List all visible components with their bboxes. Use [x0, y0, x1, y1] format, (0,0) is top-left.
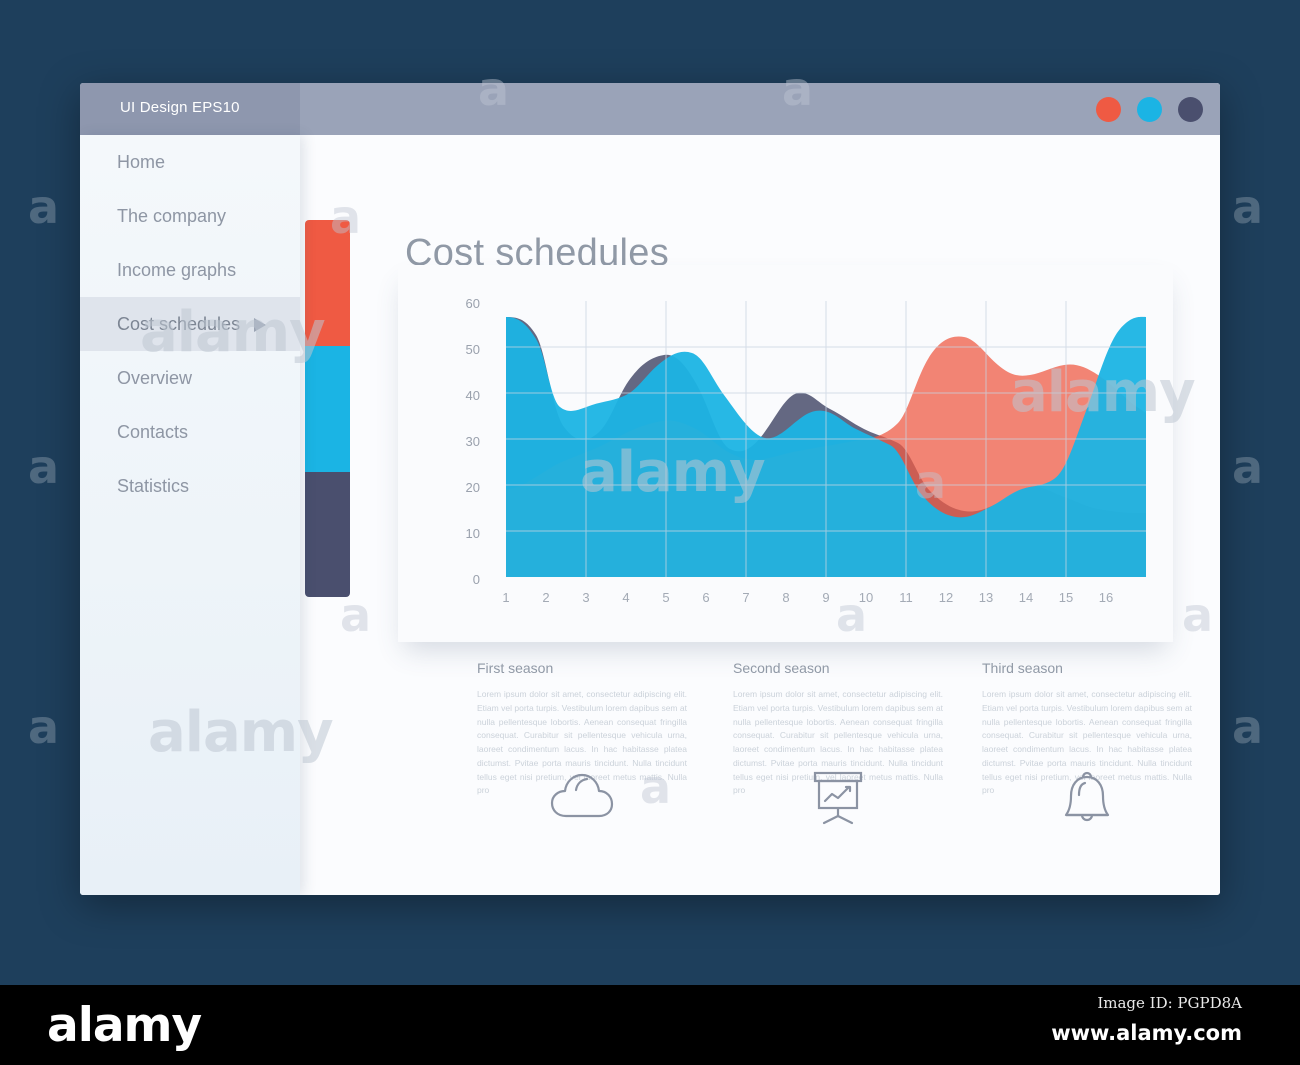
- x-axis-tick: 7: [742, 590, 750, 605]
- x-axis-tick: 2: [542, 590, 550, 605]
- sidebar-item-statistics[interactable]: Statistics: [80, 459, 300, 513]
- y-axis-tick: 10: [465, 526, 480, 541]
- presentation-chart-icon[interactable]: [806, 770, 870, 826]
- main-content: Cost schedules 60 50 40 30 20 10 0 1 2 3…: [300, 135, 1220, 895]
- x-axis-tick: 6: [702, 590, 710, 605]
- x-axis-tick: 9: [822, 590, 830, 605]
- chart-plot-container: 60 50 40 30 20 10 0 1 2 3 4 5 6 7 8 9 10…: [446, 283, 1164, 623]
- x-axis-tick: 14: [1018, 590, 1034, 605]
- watermark-letter: a: [1232, 180, 1264, 234]
- window-titlebar: UI Design EPS10: [80, 83, 1220, 135]
- bell-icon[interactable]: [1061, 770, 1113, 828]
- legend-segment-third-season[interactable]: [305, 472, 350, 597]
- sidebar-item-the-company[interactable]: The company: [80, 189, 300, 243]
- sidebar-item-label: Contacts: [117, 422, 189, 442]
- watermark-letter: a: [1232, 440, 1264, 494]
- sidebar-item-contacts[interactable]: Contacts: [80, 405, 300, 459]
- y-axis-tick: 40: [465, 388, 480, 403]
- y-axis-tick: 0: [472, 572, 480, 587]
- x-axis-tick: 15: [1058, 590, 1074, 605]
- watermark-letter: a: [28, 440, 60, 494]
- sidebar-item-income-graphs[interactable]: Income graphs: [80, 243, 300, 297]
- chart-legend-bar: [305, 220, 350, 597]
- footer-image-id: Image ID: PGPD8A: [1097, 994, 1242, 1012]
- legend-segment-second-season[interactable]: [305, 346, 350, 472]
- x-axis-tick: 3: [582, 590, 590, 605]
- x-axis-tick: 8: [782, 590, 790, 605]
- icon-slot-second-season: [733, 770, 943, 831]
- watermark-letter: a: [28, 180, 60, 234]
- y-axis-tick: 50: [465, 342, 480, 357]
- app-title: UI Design EPS10: [120, 99, 240, 116]
- window-dot-dark[interactable]: [1178, 97, 1203, 122]
- x-axis-tick: 12: [938, 590, 954, 605]
- sidebar-item-label: The company: [117, 206, 227, 226]
- x-axis-tick: 1: [502, 590, 510, 605]
- footer-url[interactable]: www.alamy.com: [1051, 1021, 1242, 1045]
- sidebar-item-home[interactable]: Home: [80, 135, 300, 189]
- app-window: UI Design EPS10 Home The company Income …: [80, 83, 1220, 895]
- sidebar-item-label: Income graphs: [117, 260, 237, 280]
- y-axis-tick: 20: [465, 480, 480, 495]
- icon-slot-first-season: [477, 770, 687, 827]
- y-axis-tick: 60: [465, 296, 480, 311]
- chart-card: 60 50 40 30 20 10 0 1 2 3 4 5 6 7 8 9 10…: [398, 265, 1173, 642]
- icon-slot-third-season: [982, 770, 1192, 833]
- column-title: Third season: [982, 660, 1063, 676]
- x-axis-tick: 4: [622, 590, 630, 605]
- sidebar-item-label: Overview: [117, 368, 193, 388]
- column-title: Second season: [733, 660, 830, 676]
- x-axis-tick: 5: [662, 590, 670, 605]
- sidebar-item-label: Statistics: [117, 476, 190, 496]
- x-axis-tick: 10: [858, 590, 874, 605]
- x-axis-tick: 11: [899, 590, 913, 605]
- x-axis-tick: 13: [978, 590, 994, 605]
- y-axis-tick: 30: [465, 434, 480, 449]
- legend-segment-first-season[interactable]: [305, 220, 350, 346]
- watermark-letter: a: [28, 700, 60, 754]
- footer-logo: alamy: [47, 998, 202, 1053]
- watermark-letter: a: [1232, 700, 1264, 754]
- x-axis-tick: 16: [1098, 590, 1114, 605]
- area-chart-svg: [506, 301, 1146, 577]
- cloud-icon[interactable]: [549, 770, 615, 822]
- column-title: First season: [477, 660, 554, 676]
- sidebar-item-cost-schedules[interactable]: Cost schedules: [80, 297, 300, 351]
- sidebar-item-label: Cost schedules: [117, 314, 241, 334]
- sidebar-item-label: Home: [117, 152, 166, 172]
- window-dot-blue[interactable]: [1137, 97, 1162, 122]
- background-stage: UI Design EPS10 Home The company Income …: [0, 0, 1300, 985]
- window-dot-red[interactable]: [1096, 97, 1121, 122]
- sidebar-item-overview[interactable]: Overview: [80, 351, 300, 405]
- chevron-right-icon: [254, 318, 266, 332]
- footer-bar: alamy Image ID: PGPD8A www.alamy.com: [0, 985, 1300, 1065]
- sidebar: Home The company Income graphs Cost sche…: [80, 135, 300, 895]
